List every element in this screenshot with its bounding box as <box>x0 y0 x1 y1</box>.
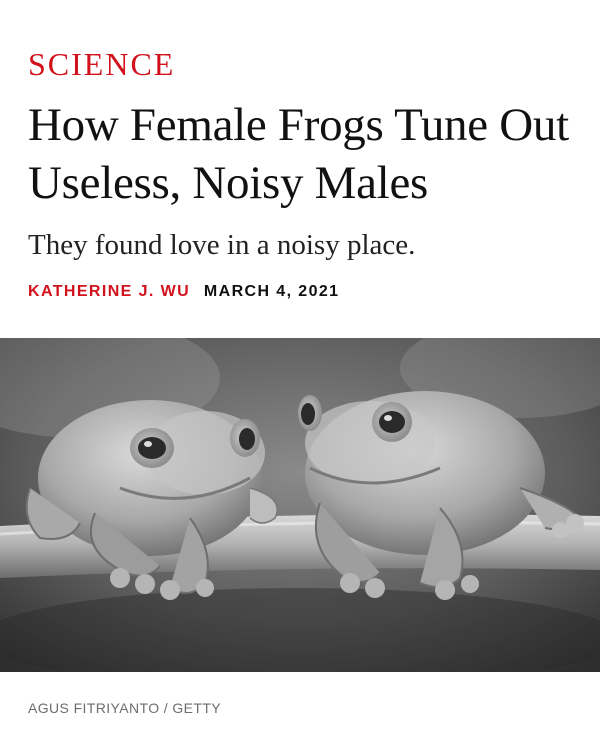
lead-photo <box>0 338 600 672</box>
publish-date: MARCH 4, 2021 <box>203 283 340 300</box>
photo-credit: AGUS FITRIYANTO / GETTY <box>28 700 222 716</box>
section-label[interactable]: SCIENCE <box>28 48 572 80</box>
article-headline: How Female Frogs Tune Out Useless, Noisy… <box>28 99 569 209</box>
byline: KATHERINE J. WU MARCH 4, 2021 <box>28 282 572 302</box>
article-header: SCIENCE How Female Frogs Tune Out Useles… <box>0 0 600 302</box>
author-link[interactable]: KATHERINE J. WU <box>28 283 190 300</box>
article-dek: They found love in a noisy place. <box>28 229 416 261</box>
